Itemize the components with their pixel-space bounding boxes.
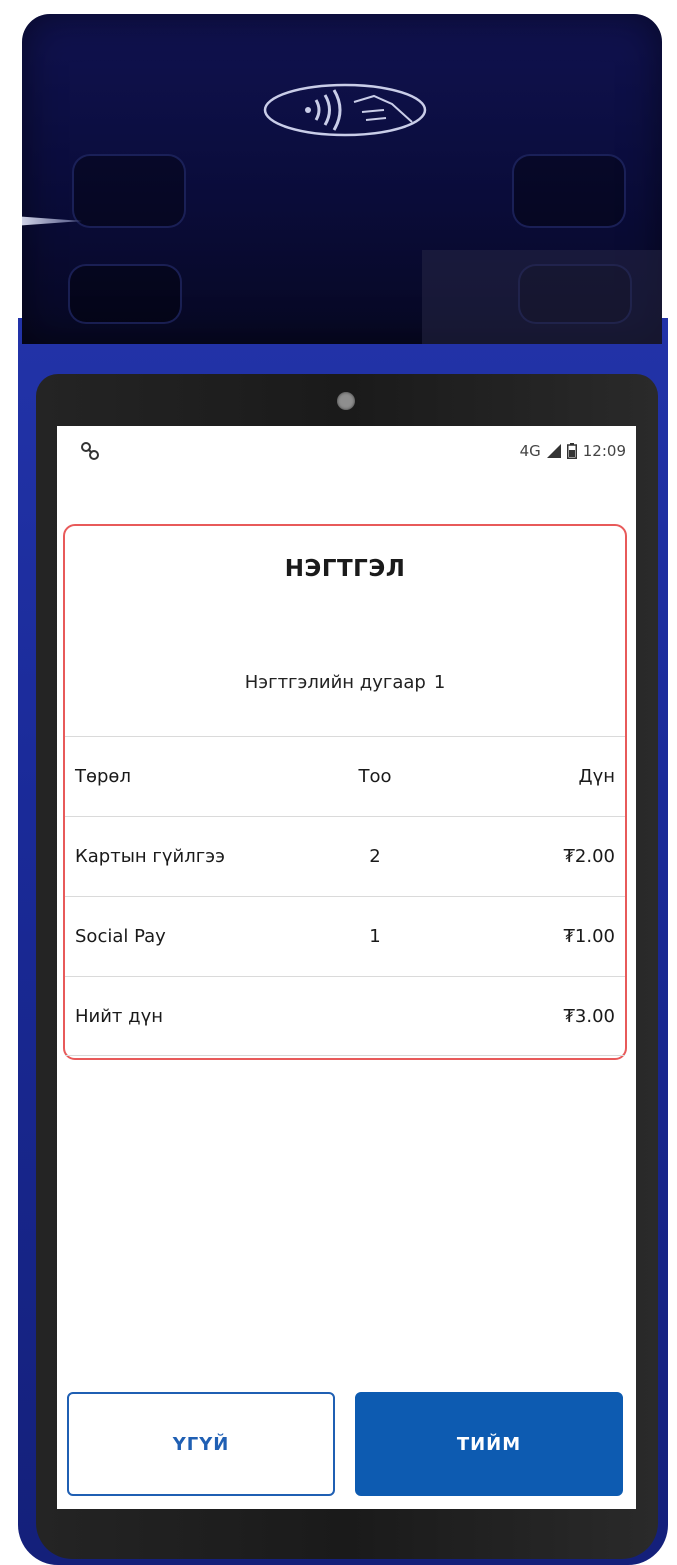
table-row: Social Pay 1 ₮1.00 — [65, 896, 625, 976]
summary-card: НЭГТГЭЛ Нэгтгэлийн дугаар 1 Төрөл Тоо Дүн… — [63, 524, 627, 1060]
column-header-type: Төрөл — [75, 766, 131, 787]
table-header-row: Төрөл Тоо Дүн — [65, 736, 625, 816]
row-type: Social Pay — [75, 926, 166, 947]
network-type: 4G — [519, 442, 541, 460]
dialog-title: НЭГТГЭЛ — [284, 556, 406, 582]
total-count — [345, 977, 405, 1057]
yes-button[interactable]: ТИЙМ — [355, 1392, 623, 1496]
summary-table: Төрөл Тоо Дүн Картын гүйлгээ 2 ₮2.00 Soc… — [65, 736, 625, 1056]
pos-terminal: 4G 12:09 НЭГТГЭЛ Нэгтгэлийн дугаар1 Төр — [0, 0, 677, 1565]
printer-head — [22, 14, 662, 344]
screen: 4G 12:09 НЭГТГЭЛ Нэгтгэлийн дугаар1 Төр — [57, 426, 636, 1509]
row-count: 2 — [369, 846, 381, 867]
front-camera — [337, 392, 355, 410]
battery-icon — [566, 443, 577, 459]
summary-number: Нэгтгэлийн дугаар 1 — [65, 672, 625, 693]
total-label: Нийт дүн — [75, 1006, 164, 1027]
column-header-amount: Дүн — [578, 766, 615, 787]
row-type: Картын гүйлгээ — [75, 846, 225, 867]
summary-number-value: 1 — [433, 672, 446, 693]
no-button[interactable]: ҮГҮЙ — [67, 1392, 335, 1496]
table-row: Картын гүйлгээ 2 ₮2.00 — [65, 816, 625, 896]
nfc-contactless-icon — [263, 83, 427, 137]
column-header-count: Тоо — [358, 766, 392, 787]
signal-icon — [546, 444, 561, 458]
total-amount: ₮3.00 — [563, 1006, 615, 1027]
row-count: 1 — [369, 926, 381, 947]
summary-number-label: Нэгтгэлийн дугаар — [244, 672, 426, 693]
table-total-row: Нийт дүн ₮3.00 — [65, 976, 625, 1056]
row-amount: ₮2.00 — [563, 846, 615, 867]
clock: 12:09 — [582, 442, 626, 460]
status-bar: 4G 12:09 — [57, 426, 636, 476]
row-amount: ₮1.00 — [563, 926, 615, 947]
link-icon — [81, 442, 99, 460]
